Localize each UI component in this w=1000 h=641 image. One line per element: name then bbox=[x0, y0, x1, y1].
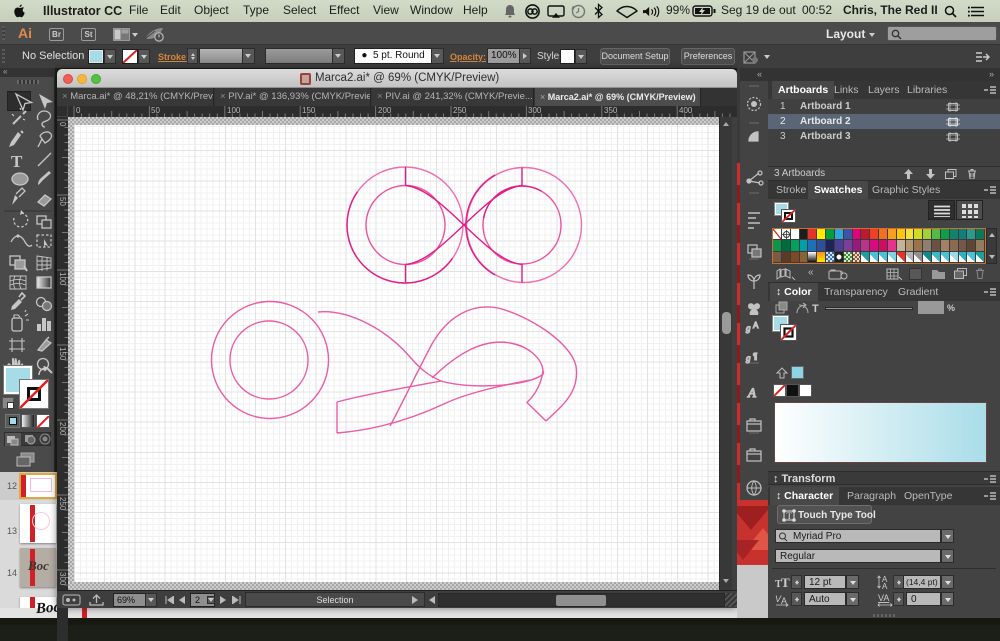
svg-text:T: T bbox=[781, 575, 790, 589]
svg-text:350: 350 bbox=[604, 106, 618, 115]
svg-text:A: A bbox=[781, 596, 787, 606]
svg-text:200: 200 bbox=[378, 106, 392, 115]
svg-text:0: 0 bbox=[76, 106, 81, 115]
svg-text:g: g bbox=[746, 353, 751, 363]
svg-text:A: A bbox=[882, 582, 888, 590]
svg-text:100: 100 bbox=[227, 106, 241, 115]
svg-text:A: A bbox=[747, 385, 756, 400]
svg-text:VA: VA bbox=[878, 593, 889, 603]
svg-text:T: T bbox=[787, 511, 793, 521]
svg-text:T: T bbox=[11, 152, 23, 171]
svg-text:300: 300 bbox=[528, 106, 542, 115]
svg-text:50: 50 bbox=[151, 106, 160, 115]
svg-text:¶: ¶ bbox=[753, 352, 757, 361]
svg-text:150: 150 bbox=[302, 106, 316, 115]
svg-text:A: A bbox=[753, 321, 759, 330]
svg-text:g: g bbox=[746, 323, 751, 333]
svg-text:250: 250 bbox=[453, 106, 467, 115]
svg-text:400: 400 bbox=[679, 106, 693, 115]
